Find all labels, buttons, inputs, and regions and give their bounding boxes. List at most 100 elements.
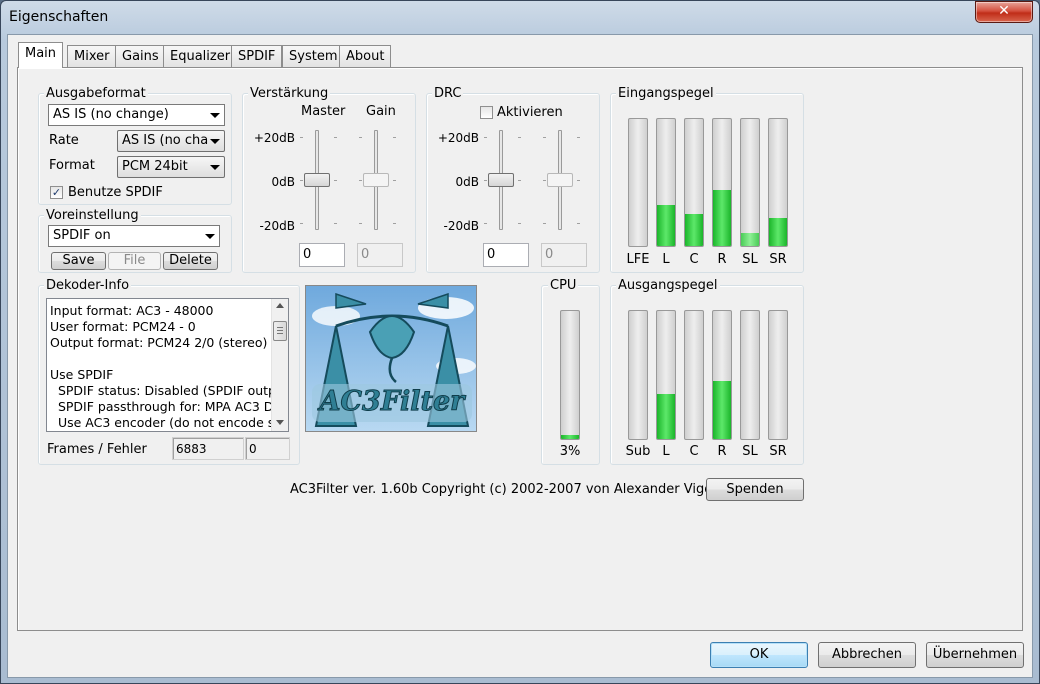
tab-main[interactable]: Main	[18, 42, 64, 68]
rate-label: Rate	[49, 133, 79, 148]
channel-label: SR	[769, 252, 787, 267]
chevron-down-icon	[205, 234, 215, 239]
tab-mixer[interactable]: Mixer	[67, 45, 117, 67]
spenden-button[interactable]: Spenden	[706, 478, 804, 501]
output-format-value: AS IS (no change)	[53, 107, 169, 122]
tab-gains[interactable]: Gains	[115, 45, 166, 67]
level-meter-c	[684, 118, 704, 247]
tab-system[interactable]: System	[282, 45, 345, 67]
cpu-meter	[560, 310, 580, 440]
drc-value1-input[interactable]: 0	[483, 243, 529, 267]
save-button[interactable]: Save	[51, 252, 106, 270]
decoder-info-list[interactable]: Input format: AC3 - 48000 User format: P…	[46, 298, 289, 432]
output-format-select[interactable]: AS IS (no change)	[48, 104, 225, 126]
preset-value: SPDIF on	[53, 228, 111, 243]
channel-label: SL	[742, 444, 758, 459]
drc-scale-top: +20dB	[437, 131, 479, 145]
drc-activate-checkbox[interactable]	[480, 106, 493, 119]
decoder-line: Use AC3 encoder (do not encode stereo	[50, 415, 289, 430]
tick-mark	[359, 223, 362, 224]
level-fill	[769, 218, 787, 246]
decoder-line: SPDIF passthrough for: MPA AC3 DTS	[50, 399, 289, 414]
master-value-input[interactable]: 0	[299, 243, 345, 267]
drc-slider2-thumb	[547, 173, 573, 187]
cancel-button[interactable]: Abbrechen	[818, 642, 916, 668]
ac3filter-logo: AC3Filter	[305, 285, 477, 432]
spdif-checkbox[interactable]: ✓	[50, 186, 63, 199]
errors-value: 0	[245, 437, 290, 460]
level-fill	[685, 214, 703, 246]
tab-system-label: System	[289, 49, 338, 64]
scroll-up-icon[interactable]	[276, 303, 284, 308]
tab-gains-label: Gains	[122, 49, 159, 64]
drc-value2-input: 0	[541, 243, 587, 267]
channel-label: L	[662, 252, 670, 267]
channel-label: R	[717, 444, 727, 459]
tick-mark	[543, 223, 546, 224]
tick-mark	[334, 137, 337, 138]
scroll-down-icon[interactable]	[276, 420, 284, 425]
channel-label: SL	[742, 252, 758, 267]
logo-text: AC3Filter	[319, 386, 465, 418]
gain-slider-thumb	[363, 173, 389, 187]
drc-title: DRC	[432, 86, 464, 101]
channel-label: L	[662, 444, 670, 459]
level-meter-lfe	[628, 118, 648, 247]
decoder-line: Input format: AC3 - 48000	[50, 303, 214, 318]
master-label: Master	[301, 104, 346, 119]
tab-mixer-label: Mixer	[74, 49, 110, 64]
eingangspegel-title: Eingangspegel	[616, 86, 716, 101]
tab-main-label: Main	[25, 46, 57, 61]
tab-about[interactable]: About	[339, 45, 392, 67]
ausgangspegel-title: Ausgangspegel	[616, 278, 720, 293]
file-button[interactable]: File	[108, 252, 161, 270]
tick-mark	[577, 223, 580, 224]
tick-mark	[359, 137, 362, 138]
level-meter-l	[656, 310, 676, 440]
rate-value: AS IS (no cha	[122, 133, 209, 148]
tab-equalizer[interactable]: Equalizer	[163, 45, 238, 67]
decoder-line: User format: PCM24 - 0	[50, 319, 196, 334]
apply-button[interactable]: Übernehmen	[926, 642, 1024, 668]
preset-select[interactable]: SPDIF on	[48, 225, 220, 247]
level-fill	[657, 394, 675, 439]
tick-mark	[543, 137, 546, 138]
channel-label: LFE	[626, 252, 650, 267]
tab-about-label: About	[346, 49, 385, 64]
level-meter-l	[656, 118, 676, 247]
window-title: Eigenschaften	[9, 9, 109, 25]
channel-label: C	[689, 252, 699, 267]
format-label: Format	[49, 158, 95, 173]
drc-slider1-thumb[interactable]	[488, 173, 514, 187]
close-icon: ✕	[998, 3, 1010, 19]
verstaerkung-title: Verstärkung	[248, 86, 331, 101]
close-button[interactable]: ✕	[975, 1, 1033, 23]
tick-mark	[484, 180, 487, 181]
checkmark-icon: ✓	[51, 186, 62, 199]
level-meter-sl	[740, 118, 760, 247]
title-bar[interactable]: Eigenschaften	[0, 0, 1040, 34]
gain-scale-top: +20dB	[253, 131, 295, 145]
bits-select[interactable]: PCM 24bit	[117, 156, 225, 178]
cpu-value: 3%	[559, 444, 581, 459]
ok-button[interactable]: OK	[710, 642, 808, 668]
gain-scale-mid: 0dB	[271, 175, 295, 189]
tab-spdif[interactable]: SPDIF	[231, 45, 283, 67]
tick-mark	[300, 223, 303, 224]
drc-activate-label: Aktivieren	[497, 105, 563, 120]
drc-scale-bottom: -20dB	[443, 219, 479, 233]
frames-label: Frames / Fehler	[47, 442, 147, 457]
decoder-scrollbar[interactable]	[271, 299, 288, 431]
delete-button[interactable]: Delete	[163, 252, 218, 270]
ausgabeformat-title: Ausgabeformat	[44, 86, 148, 101]
rate-select[interactable]: AS IS (no cha	[117, 130, 225, 152]
tick-mark	[577, 180, 580, 181]
scroll-thumb[interactable]	[273, 321, 287, 341]
drc-scale-mid: 0dB	[455, 175, 479, 189]
level-fill	[713, 381, 731, 439]
channel-label: Sub	[625, 444, 651, 459]
bits-value: PCM 24bit	[122, 159, 188, 174]
copyright-text: AC3Filter ver. 1.60b Copyright (c) 2002-…	[290, 482, 742, 497]
decoder-line: Use SPDIF	[50, 367, 114, 382]
master-slider-thumb[interactable]	[304, 173, 330, 187]
